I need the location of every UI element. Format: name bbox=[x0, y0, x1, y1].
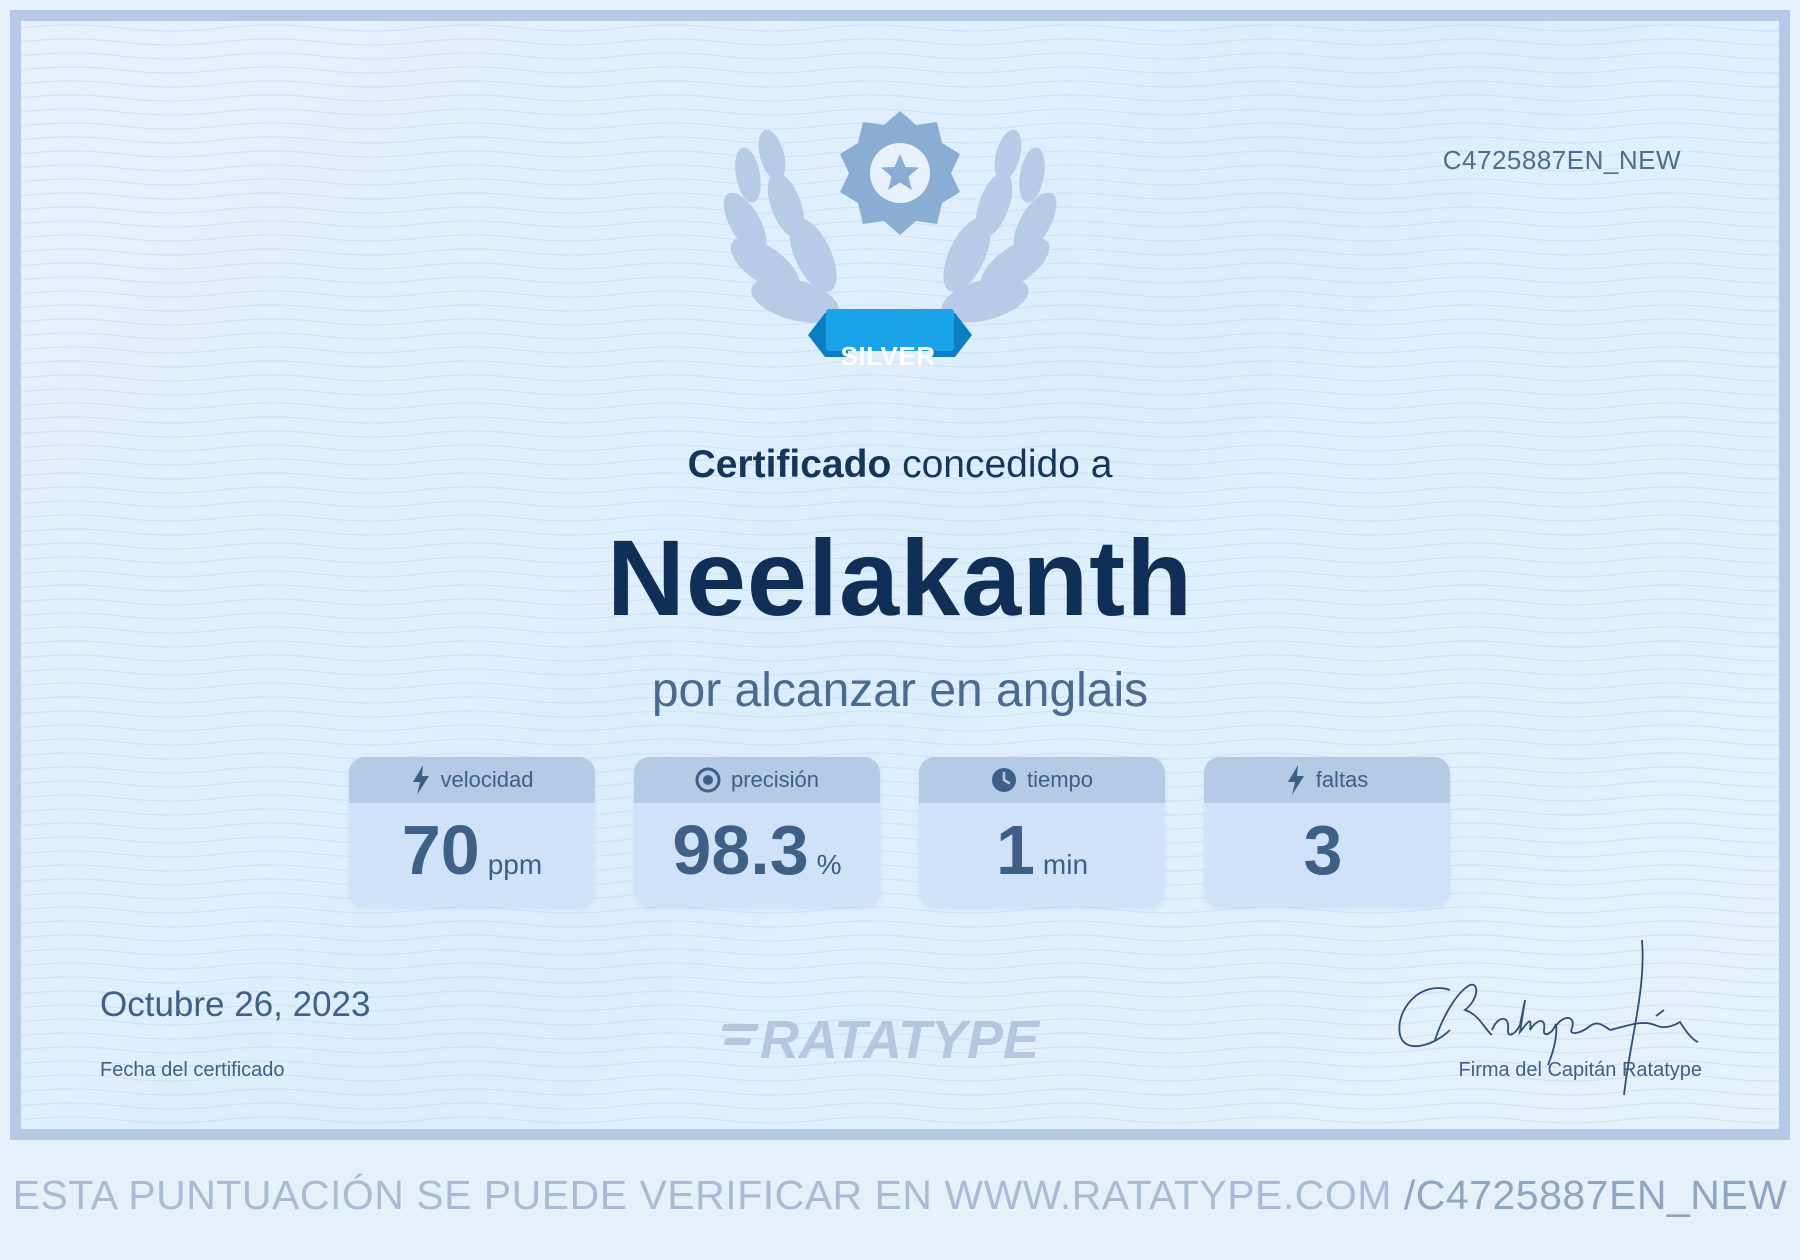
stat-body: 98.3 % bbox=[634, 803, 880, 907]
stat-card-errors: faltas 3 bbox=[1204, 757, 1450, 907]
stat-card-accuracy: precisión 98.3 % bbox=[634, 757, 880, 907]
stat-unit: % bbox=[816, 849, 842, 880]
stat-body: 3 bbox=[1204, 803, 1450, 907]
recipient-name: Neelakanth bbox=[606, 517, 1194, 638]
verification-code: /C4725887EN_NEW bbox=[1403, 1172, 1788, 1218]
stat-value: 1 bbox=[995, 811, 1035, 889]
clock-icon bbox=[991, 768, 1016, 792]
stat-value: 3 bbox=[1303, 811, 1343, 889]
stat-unit: ppm bbox=[487, 849, 543, 880]
badge-level-label: SILVER bbox=[840, 341, 936, 371]
stat-value: 70 bbox=[401, 811, 480, 889]
lightning-icon bbox=[412, 765, 429, 795]
stat-label: faltas bbox=[1315, 767, 1369, 792]
awarded-rest: concedido a bbox=[891, 443, 1113, 486]
stat-body: 1 min bbox=[919, 803, 1165, 907]
awarded-strong: Certificado bbox=[687, 443, 892, 486]
signature-caption: Firma del Capitán Ratatype bbox=[1458, 1059, 1702, 1081]
certificate-id: C4725887EN_NEW bbox=[1442, 145, 1681, 175]
certificate-date: Octubre 26, 2023 bbox=[100, 985, 371, 1024]
target-icon bbox=[695, 767, 721, 793]
verification-text: ESTA PUNTUACIÓN SE PUEDE VERIFICAR EN WW… bbox=[12, 1172, 1392, 1218]
date-caption: Fecha del certificado bbox=[100, 1059, 285, 1081]
stat-header: tiempo bbox=[919, 757, 1165, 803]
lightning-icon bbox=[1287, 765, 1304, 795]
stat-header: precisión bbox=[634, 757, 880, 803]
stat-label: velocidad bbox=[440, 767, 534, 792]
verification-notice: ESTA PUNTUACIÓN SE PUEDE VERIFICAR EN WW… bbox=[0, 1172, 1800, 1219]
stat-card-speed: velocidad 70 ppm bbox=[349, 757, 595, 907]
stat-card-time: tiempo 1 min bbox=[919, 757, 1165, 907]
stat-value: 98.3 bbox=[672, 811, 809, 889]
stat-label: precisión bbox=[730, 767, 820, 792]
stat-unit: min bbox=[1042, 849, 1089, 880]
awarded-heading: Certificado concedido a bbox=[0, 443, 1800, 487]
stat-label: tiempo bbox=[1026, 767, 1094, 792]
stat-header: velocidad bbox=[349, 757, 595, 803]
stat-body: 70 ppm bbox=[349, 803, 595, 907]
achievement-subtitle: por alcanzar en anglais bbox=[651, 664, 1149, 717]
ratatype-logo: RATATYPE bbox=[760, 1010, 1039, 1070]
stat-header: faltas bbox=[1204, 757, 1450, 803]
